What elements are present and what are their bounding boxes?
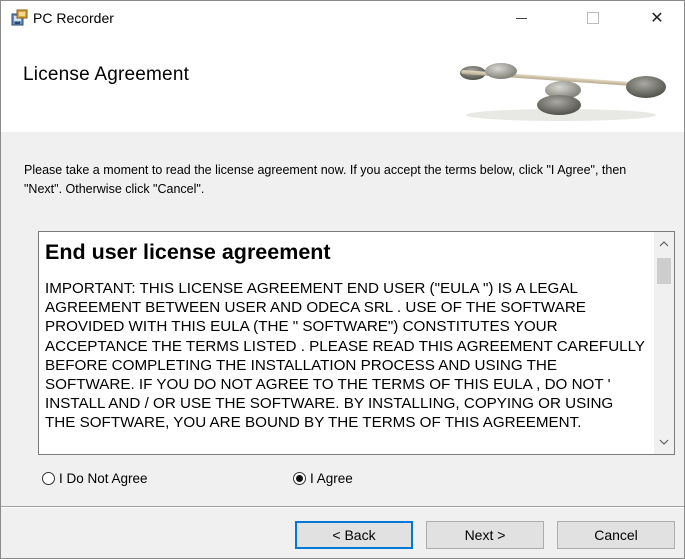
scroll-up-icon[interactable] bbox=[654, 234, 674, 254]
title-bar[interactable]: PC Recorder ✕ bbox=[1, 1, 684, 35]
next-button[interactable]: Next > bbox=[426, 521, 544, 549]
radio-do-not-agree[interactable]: I Do Not Agree bbox=[42, 471, 148, 486]
radio-checked-icon[interactable] bbox=[293, 472, 306, 485]
license-content: End user license agreement IMPORTANT: TH… bbox=[45, 239, 645, 433]
banner-divider bbox=[1, 131, 684, 132]
cancel-button[interactable]: Cancel bbox=[557, 521, 675, 549]
radio-unchecked-icon[interactable] bbox=[42, 472, 55, 485]
footer-divider-highlight bbox=[1, 507, 684, 508]
installer-window: PC Recorder ✕ License Agreement Please t… bbox=[0, 0, 685, 559]
minimize-button[interactable] bbox=[498, 1, 544, 35]
balanced-stones-image bbox=[460, 63, 666, 121]
license-body: IMPORTANT: THIS LICENSE AGREEMENT END US… bbox=[45, 280, 645, 432]
header-banner: License Agreement bbox=[1, 35, 684, 132]
minimize-icon bbox=[515, 17, 527, 19]
back-button[interactable]: < Back bbox=[295, 521, 413, 549]
maximize-button[interactable] bbox=[570, 1, 616, 35]
license-heading: End user license agreement bbox=[45, 240, 331, 264]
scroll-thumb[interactable] bbox=[657, 258, 671, 284]
close-icon: ✕ bbox=[650, 10, 664, 27]
close-button[interactable]: ✕ bbox=[634, 1, 680, 35]
radio-agree-label: I Agree bbox=[310, 471, 353, 486]
license-text-box[interactable]: End user license agreement IMPORTANT: TH… bbox=[38, 231, 675, 455]
instruction-text: Please take a moment to read the license… bbox=[24, 163, 627, 196]
installer-app-icon bbox=[11, 9, 29, 27]
page-title: License Agreement bbox=[23, 64, 190, 85]
window-title: PC Recorder bbox=[33, 10, 114, 26]
scroll-down-icon[interactable] bbox=[654, 432, 674, 452]
maximize-icon bbox=[587, 12, 599, 24]
radio-do-not-agree-label: I Do Not Agree bbox=[59, 471, 148, 486]
radio-agree[interactable]: I Agree bbox=[293, 471, 353, 486]
license-scrollbar[interactable] bbox=[654, 232, 674, 454]
